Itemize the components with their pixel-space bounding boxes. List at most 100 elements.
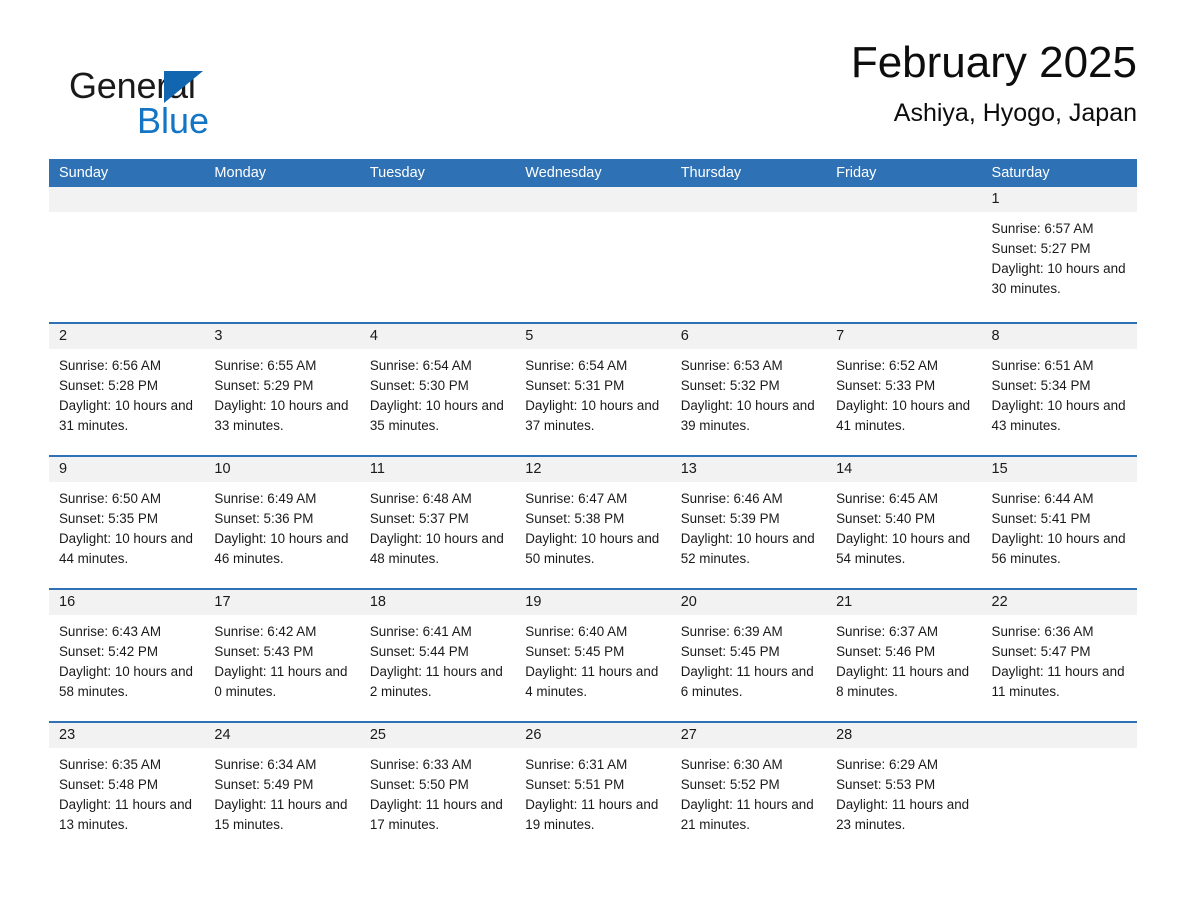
day-cell[interactable]: 20 Sunrise: 6:39 AM Sunset: 5:45 PM Dayl… <box>670 590 827 721</box>
day-details: Sunrise: 6:54 AM Sunset: 5:31 PM Dayligh… <box>515 349 670 436</box>
day-cell[interactable]: 8 Sunrise: 6:51 AM Sunset: 5:34 PM Dayli… <box>981 324 1137 455</box>
weekday-header-sunday: Sunday <box>59 165 109 181</box>
sunrise-text: Sunrise: 6:52 AM <box>836 358 939 373</box>
sunset-text: Sunset: 5:45 PM <box>680 644 780 659</box>
day-number: 20 <box>670 590 827 615</box>
day-cell[interactable]: 1 Sunrise: 6:57 AM Sunset: 5:27 PM Dayli… <box>981 187 1137 322</box>
day-details: Sunrise: 6:31 AM Sunset: 5:51 PM Dayligh… <box>515 748 670 835</box>
day-cell[interactable]: 2 Sunrise: 6:56 AM Sunset: 5:28 PM Dayli… <box>49 324 205 455</box>
sunset-text: Sunset: 5:40 PM <box>836 511 936 526</box>
day-cell <box>515 187 671 322</box>
sunset-text: Sunset: 5:53 PM <box>836 777 936 792</box>
sunrise-text: Sunrise: 6:30 AM <box>680 757 783 772</box>
day-details: Sunrise: 6:51 AM Sunset: 5:34 PM Dayligh… <box>982 349 1137 436</box>
daylight-text: Daylight: 10 hours and 52 minutes. <box>680 531 815 566</box>
daylight-text: Daylight: 11 hours and 6 minutes. <box>680 664 814 699</box>
weekday-header-monday: Monday <box>214 165 267 181</box>
day-cell[interactable]: 16 Sunrise: 6:43 AM Sunset: 5:42 PM Dayl… <box>49 590 205 721</box>
sunrise-text: Sunrise: 6:33 AM <box>369 757 472 772</box>
day-cell[interactable]: 22 Sunrise: 6:36 AM Sunset: 5:47 PM Dayl… <box>981 590 1137 721</box>
day-cell[interactable]: 7 Sunrise: 6:52 AM Sunset: 5:33 PM Dayli… <box>826 324 982 455</box>
day-cell[interactable]: 3 Sunrise: 6:55 AM Sunset: 5:29 PM Dayli… <box>204 324 360 455</box>
sunset-text: Sunset: 5:46 PM <box>836 644 936 659</box>
sunset-text: Sunset: 5:30 PM <box>369 378 469 393</box>
day-number <box>49 187 205 212</box>
daylight-text: Daylight: 10 hours and 48 minutes. <box>369 531 504 566</box>
day-cell[interactable]: 4 Sunrise: 6:54 AM Sunset: 5:30 PM Dayli… <box>359 324 516 455</box>
day-number: 25 <box>359 723 516 748</box>
sunset-text: Sunset: 5:39 PM <box>680 511 780 526</box>
sunset-text: Sunset: 5:29 PM <box>214 378 314 393</box>
day-cell[interactable]: 27 Sunrise: 6:30 AM Sunset: 5:52 PM Dayl… <box>670 723 827 854</box>
sunrise-text: Sunrise: 6:36 AM <box>991 624 1094 639</box>
day-cell[interactable]: 9 Sunrise: 6:50 AM Sunset: 5:35 PM Dayli… <box>49 457 205 588</box>
daylight-text: Daylight: 11 hours and 2 minutes. <box>369 664 503 699</box>
daylight-text: Daylight: 11 hours and 23 minutes. <box>836 797 970 832</box>
day-cell[interactable]: 18 Sunrise: 6:41 AM Sunset: 5:44 PM Dayl… <box>359 590 516 721</box>
sunrise-text: Sunrise: 6:41 AM <box>369 624 472 639</box>
sunrise-text: Sunrise: 6:48 AM <box>369 491 472 506</box>
day-cell[interactable]: 13 Sunrise: 6:46 AM Sunset: 5:39 PM Dayl… <box>670 457 827 588</box>
page-title: February 2025 <box>850 38 1137 87</box>
day-cell[interactable]: 6 Sunrise: 6:53 AM Sunset: 5:32 PM Dayli… <box>670 324 827 455</box>
day-cell[interactable]: 12 Sunrise: 6:47 AM Sunset: 5:38 PM Dayl… <box>515 457 671 588</box>
day-cell[interactable]: 5 Sunrise: 6:54 AM Sunset: 5:31 PM Dayli… <box>515 324 671 455</box>
day-cell[interactable]: 25 Sunrise: 6:33 AM Sunset: 5:50 PM Dayl… <box>359 723 516 854</box>
day-details: Sunrise: 6:56 AM Sunset: 5:28 PM Dayligh… <box>49 349 204 436</box>
day-details <box>515 212 670 219</box>
day-cell[interactable]: 26 Sunrise: 6:31 AM Sunset: 5:51 PM Dayl… <box>515 723 671 854</box>
day-number <box>826 187 982 212</box>
daylight-text: Daylight: 11 hours and 17 minutes. <box>369 797 503 832</box>
day-number <box>204 187 360 212</box>
sunset-text: Sunset: 5:48 PM <box>59 777 158 792</box>
day-cell[interactable]: 10 Sunrise: 6:49 AM Sunset: 5:36 PM Dayl… <box>204 457 360 588</box>
day-cell[interactable]: 15 Sunrise: 6:44 AM Sunset: 5:41 PM Dayl… <box>981 457 1137 588</box>
day-number: 14 <box>826 457 982 482</box>
daylight-text: Daylight: 11 hours and 11 minutes. <box>991 664 1125 699</box>
sunrise-text: Sunrise: 6:47 AM <box>525 491 628 506</box>
day-number: 19 <box>515 590 671 615</box>
day-cell[interactable]: 19 Sunrise: 6:40 AM Sunset: 5:45 PM Dayl… <box>515 590 671 721</box>
sunset-text: Sunset: 5:43 PM <box>214 644 314 659</box>
day-number: 6 <box>670 324 827 349</box>
sunrise-text: Sunrise: 6:39 AM <box>680 624 783 639</box>
day-cell[interactable]: 21 Sunrise: 6:37 AM Sunset: 5:46 PM Dayl… <box>826 590 982 721</box>
sunset-text: Sunset: 5:51 PM <box>525 777 625 792</box>
sunrise-text: Sunrise: 6:34 AM <box>214 757 317 772</box>
day-cell[interactable]: 17 Sunrise: 6:42 AM Sunset: 5:43 PM Dayl… <box>204 590 360 721</box>
day-cell[interactable]: 28 Sunrise: 6:29 AM Sunset: 5:53 PM Dayl… <box>826 723 982 854</box>
daylight-text: Daylight: 10 hours and 39 minutes. <box>680 398 815 433</box>
generalblue-logo[interactable]: General Blue <box>59 56 319 139</box>
sunset-text: Sunset: 5:49 PM <box>214 777 314 792</box>
day-cell[interactable]: 24 Sunrise: 6:34 AM Sunset: 5:49 PM Dayl… <box>204 723 360 854</box>
day-number: 15 <box>981 457 1137 482</box>
day-details: Sunrise: 6:39 AM Sunset: 5:45 PM Dayligh… <box>671 615 826 702</box>
day-details: Sunrise: 6:34 AM Sunset: 5:49 PM Dayligh… <box>204 748 359 835</box>
day-cell <box>204 187 360 322</box>
sunrise-text: Sunrise: 6:46 AM <box>680 491 783 506</box>
daylight-text: Daylight: 10 hours and 43 minutes. <box>991 398 1126 433</box>
day-details: Sunrise: 6:35 AM Sunset: 5:48 PM Dayligh… <box>49 748 204 835</box>
calendar-page: General Blue February 2025 Ashiya, Hyogo… <box>0 0 1188 918</box>
day-number: 23 <box>49 723 205 748</box>
day-details: Sunrise: 6:50 AM Sunset: 5:35 PM Dayligh… <box>49 482 204 569</box>
daylight-text: Daylight: 10 hours and 31 minutes. <box>59 398 193 433</box>
sunrise-text: Sunrise: 6:45 AM <box>836 491 939 506</box>
page-subtitle: Ashiya, Hyogo, Japan <box>893 99 1137 128</box>
day-cell[interactable]: 14 Sunrise: 6:45 AM Sunset: 5:40 PM Dayl… <box>826 457 982 588</box>
day-cell <box>49 187 205 322</box>
day-number: 18 <box>359 590 516 615</box>
sunset-text: Sunset: 5:52 PM <box>680 777 780 792</box>
day-cell[interactable]: 23 Sunrise: 6:35 AM Sunset: 5:48 PM Dayl… <box>49 723 205 854</box>
sunset-text: Sunset: 5:28 PM <box>59 378 158 393</box>
sunrise-text: Sunrise: 6:57 AM <box>991 221 1094 236</box>
week-row: 2 Sunrise: 6:56 AM Sunset: 5:28 PM Dayli… <box>49 322 1137 455</box>
sunset-text: Sunset: 5:44 PM <box>369 644 469 659</box>
daylight-text: Daylight: 10 hours and 46 minutes. <box>214 531 349 566</box>
day-cell[interactable]: 11 Sunrise: 6:48 AM Sunset: 5:37 PM Dayl… <box>359 457 516 588</box>
day-number <box>515 187 671 212</box>
logo-triangle-icon <box>164 71 203 103</box>
day-details <box>49 212 204 219</box>
day-number: 13 <box>670 457 827 482</box>
sunrise-text: Sunrise: 6:31 AM <box>525 757 628 772</box>
